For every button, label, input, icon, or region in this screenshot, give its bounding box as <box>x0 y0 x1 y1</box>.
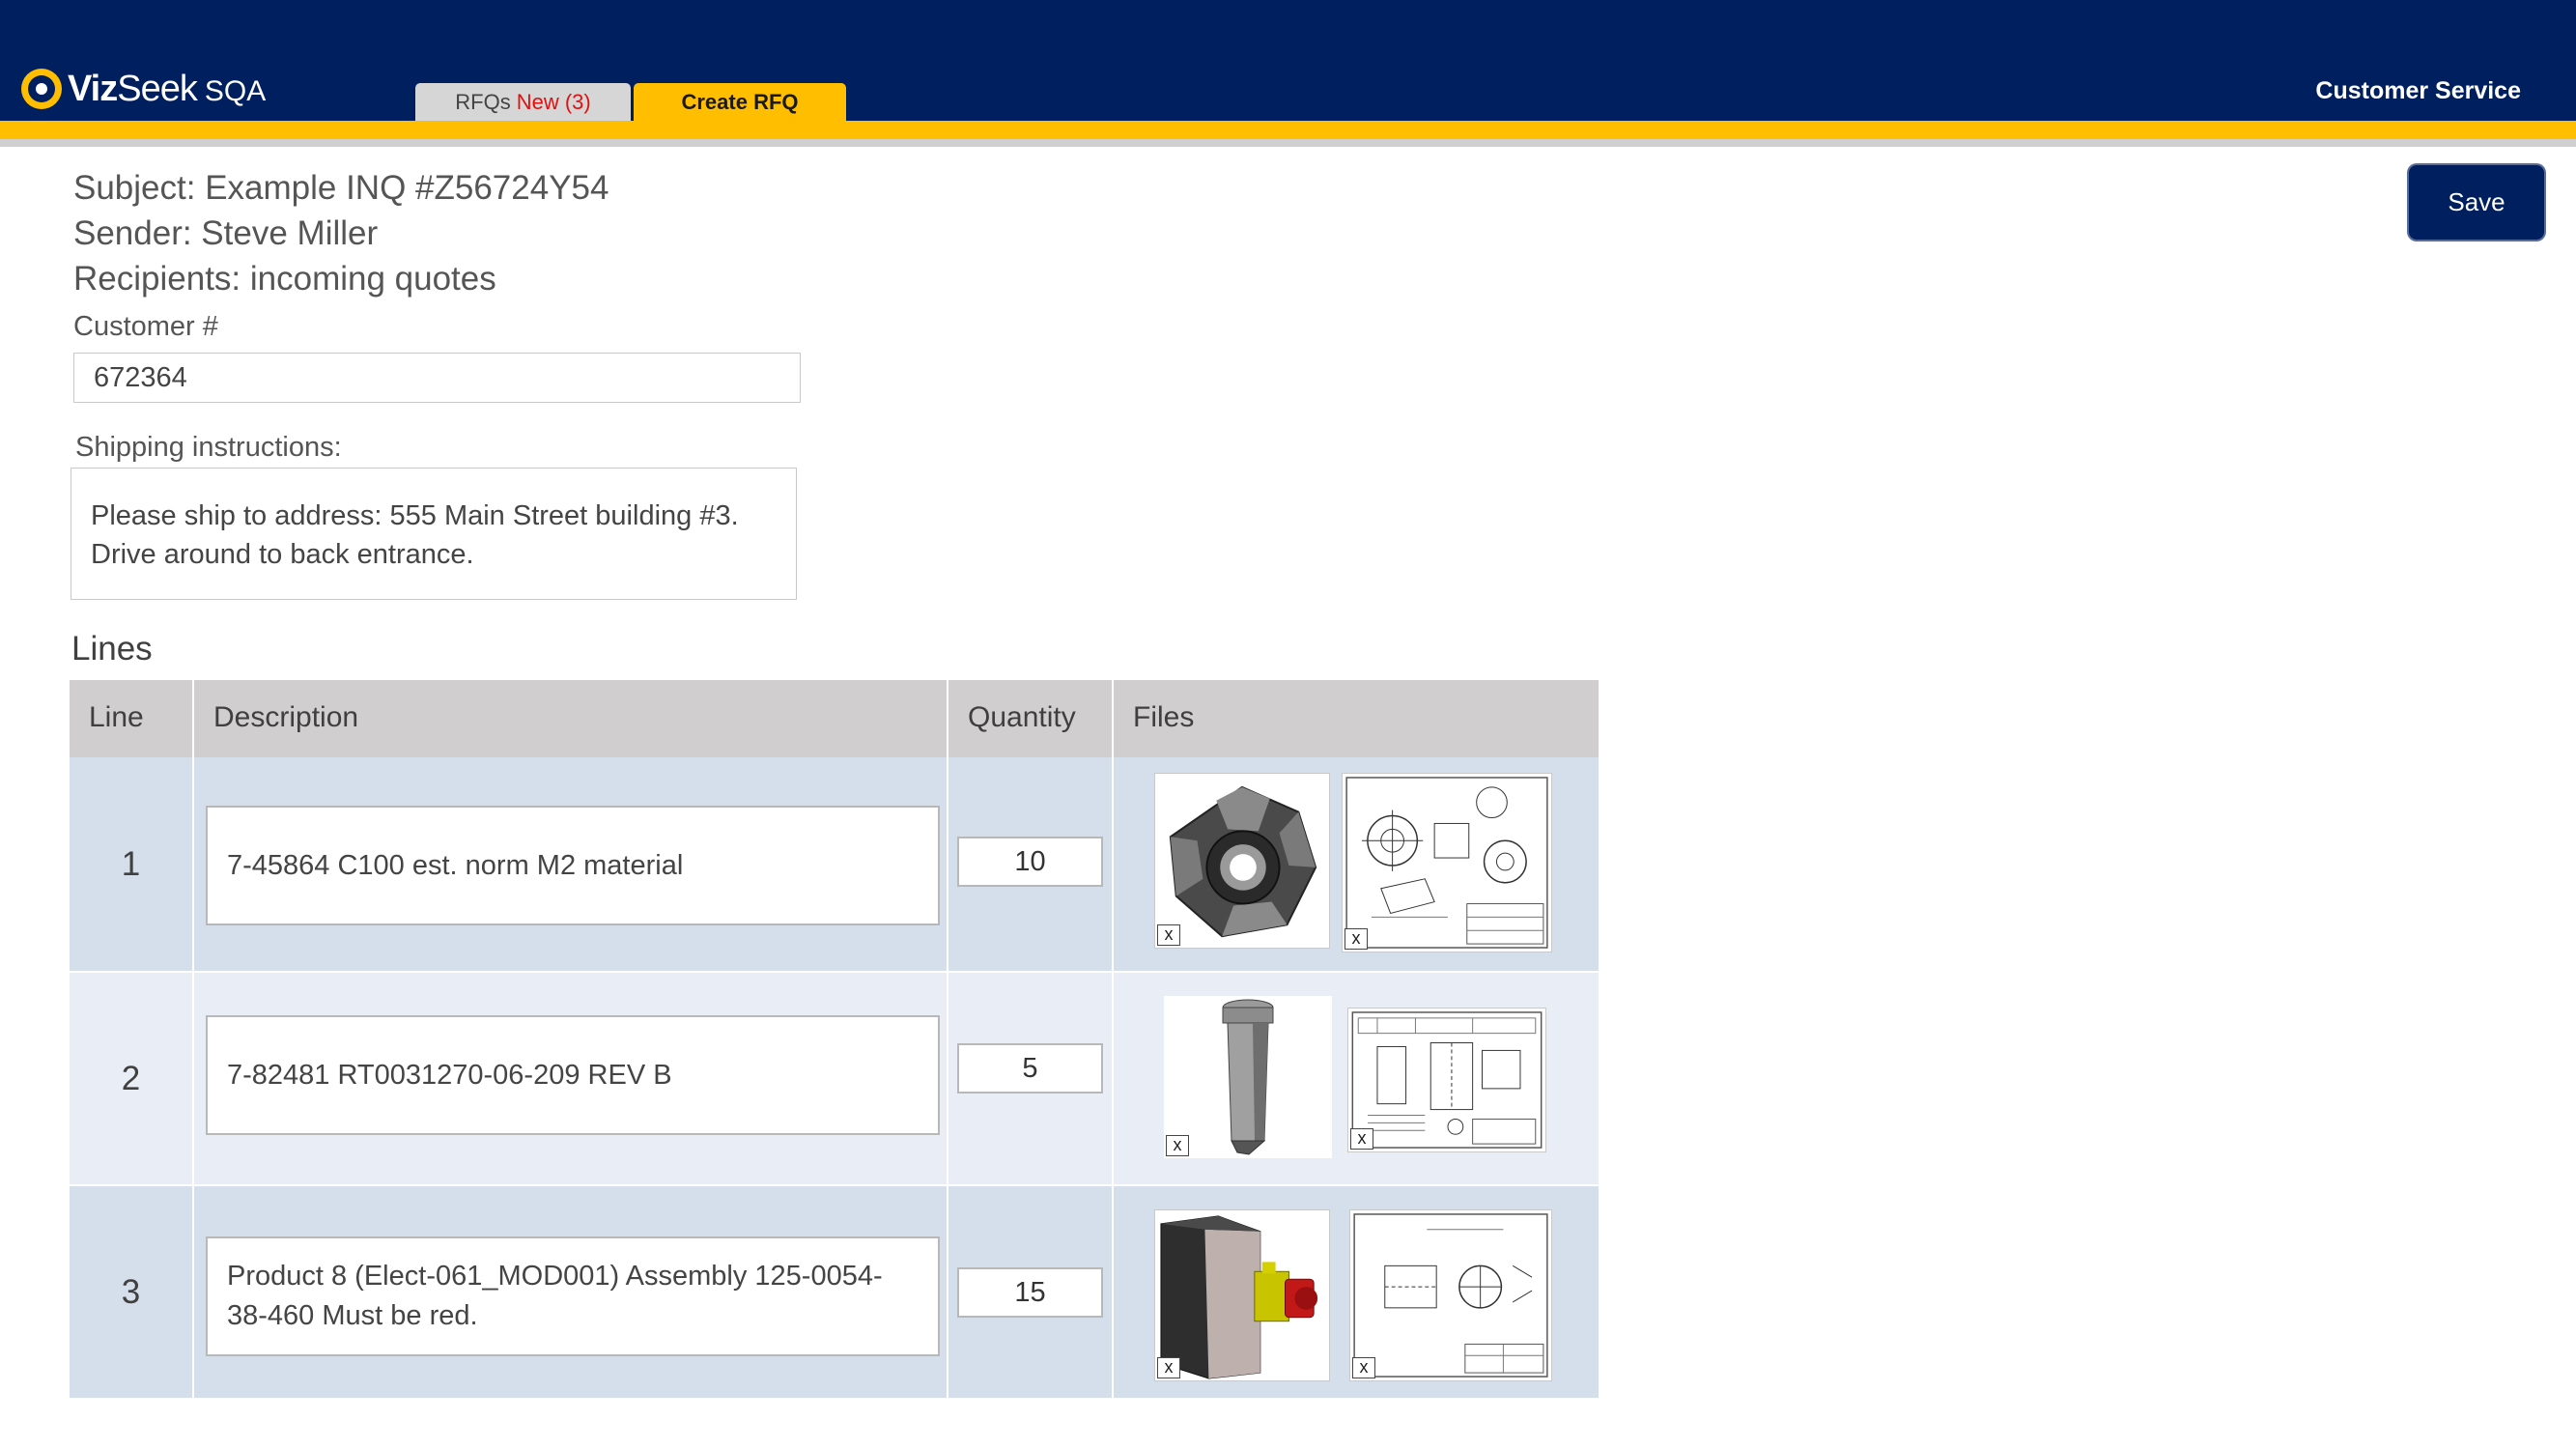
remove-file-button[interactable]: x <box>1350 1128 1373 1150</box>
remove-file-button[interactable]: x <box>1166 1135 1189 1156</box>
sender-text: Sender: Steve Miller <box>73 214 379 252</box>
file-thumbnail-drawing[interactable]: x <box>1342 773 1552 952</box>
table-row: 2 7-82481 RT0031270-06-209 REV B 5 x x <box>70 971 1599 1184</box>
table-row: 3 Product 8 (Elect-061_MOD001) Assembly … <box>70 1184 1599 1398</box>
customer-number-input[interactable]: 672364 <box>73 353 801 403</box>
header-accent-strip <box>0 121 2576 139</box>
remove-file-button[interactable]: x <box>1157 1357 1180 1378</box>
subject-text: Subject: Example INQ #Z56724Y54 <box>73 169 609 207</box>
table-row: 1 7-45864 C100 est. norm M2 material 10 … <box>70 757 1599 971</box>
column-header-quantity: Quantity <box>948 680 1114 757</box>
column-header-description: Description <box>194 680 948 757</box>
remove-file-button[interactable]: x <box>1345 928 1368 950</box>
tab-create-rfq[interactable]: Create RFQ <box>634 83 846 121</box>
column-header-files: Files <box>1133 701 1195 733</box>
description-input[interactable]: Product 8 (Elect-061_MOD001) Assembly 12… <box>206 1236 940 1356</box>
3d-model-thumbnail-icon <box>1222 999 1274 1155</box>
vizseek-logo[interactable]: VizSeek SQA <box>21 68 266 110</box>
recipients-text: Recipients: incoming quotes <box>73 260 496 298</box>
file-thumbnail-3d[interactable]: x <box>1154 1209 1330 1381</box>
quantity-input[interactable]: 15 <box>957 1267 1103 1318</box>
header-divider <box>0 139 2576 147</box>
drawing-thumbnail-icon <box>1345 777 1548 949</box>
shipping-instructions-textarea[interactable]: Please ship to address: 555 Main Street … <box>71 468 797 600</box>
description-input[interactable]: 7-82481 RT0031270-06-209 REV B <box>206 1015 940 1135</box>
new-count-badge: New (3) <box>516 89 591 114</box>
quantity-input[interactable]: 10 <box>957 837 1103 887</box>
line-number: 1 <box>70 757 194 971</box>
tab-rfqs-label: RFQs <box>455 89 511 114</box>
line-number: 2 <box>70 973 194 1184</box>
table-header-row: Line Description Quantity Files <box>70 680 1599 757</box>
drawing-thumbnail-icon <box>1353 1213 1548 1378</box>
tab-rfqs[interactable]: RFQs New (3) <box>415 83 631 121</box>
file-thumbnail-drawing[interactable]: x <box>1347 1008 1546 1152</box>
remove-file-button[interactable]: x <box>1157 924 1180 946</box>
drawing-thumbnail-icon <box>1351 1011 1543 1149</box>
file-thumbnail-3d[interactable]: x <box>1164 996 1332 1158</box>
3d-model-thumbnail-icon <box>1169 785 1317 938</box>
customer-number-label: Customer # <box>73 311 218 342</box>
remove-file-button[interactable]: x <box>1352 1357 1375 1378</box>
logo-icon <box>21 69 62 109</box>
3d-model-thumbnail-icon <box>1160 1215 1318 1379</box>
save-button[interactable]: Save <box>2409 165 2544 240</box>
description-input[interactable]: 7-45864 C100 est. norm M2 material <box>206 806 940 925</box>
customer-service-link[interactable]: Customer Service <box>2315 77 2521 105</box>
file-thumbnail-drawing[interactable]: x <box>1349 1209 1552 1381</box>
line-number: 3 <box>70 1186 194 1398</box>
lines-heading: Lines <box>71 630 153 668</box>
top-header-bar <box>0 0 2576 121</box>
logo-text: VizSeek SQA <box>68 68 267 109</box>
quantity-input[interactable]: 5 <box>957 1043 1103 1094</box>
shipping-instructions-label: Shipping instructions: <box>75 432 342 463</box>
column-header-line: Line <box>70 680 194 757</box>
file-thumbnail-3d[interactable]: x <box>1154 773 1330 949</box>
